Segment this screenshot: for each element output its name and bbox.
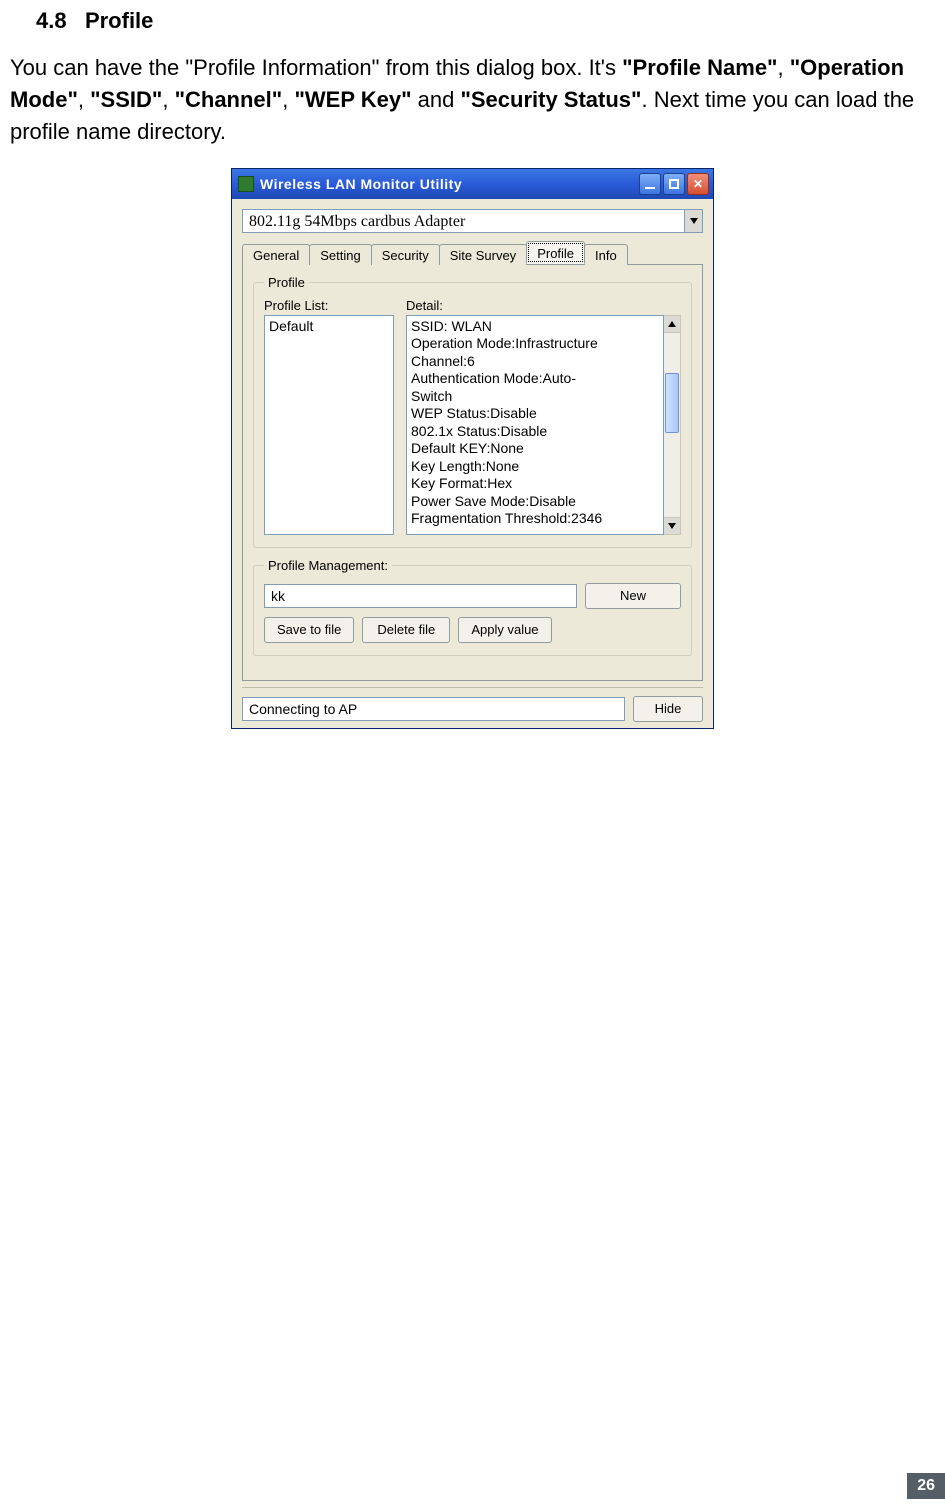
adapter-combo[interactable]: 802.11g 54Mbps cardbus Adapter — [242, 209, 703, 233]
detail-line: WEP Status:Disable — [411, 405, 659, 423]
status-text: Connecting to AP — [242, 697, 625, 721]
detail-label: Detail: — [406, 298, 681, 313]
detail-line: 802.1x Status:Disable — [411, 423, 659, 441]
tab-panel-profile: Profile Profile List: Default Detail: — [242, 265, 703, 681]
page-number: 26 — [907, 1473, 945, 1499]
maximize-button[interactable] — [663, 173, 685, 195]
maximize-icon — [669, 179, 679, 189]
close-button[interactable] — [687, 173, 709, 195]
app-icon — [238, 176, 254, 192]
chevron-down-icon — [690, 218, 698, 224]
profile-group: Profile Profile List: Default Detail: — [253, 275, 692, 548]
detail-line: Default KEY:None — [411, 440, 659, 458]
titlebar[interactable]: Wireless LAN Monitor Utility — [232, 169, 713, 199]
hide-button[interactable]: Hide — [633, 696, 703, 722]
scroll-track[interactable] — [664, 333, 680, 517]
intro-paragraph: You can have the "Profile Information" f… — [10, 52, 935, 148]
new-button[interactable]: New — [585, 583, 681, 609]
tab-profile[interactable]: Profile — [526, 241, 585, 264]
scroll-down-button[interactable] — [664, 517, 680, 534]
profile-list-label: Profile List: — [264, 298, 394, 313]
profile-management-legend: Profile Management: — [264, 558, 392, 573]
section-heading: 4.8 Profile — [36, 8, 935, 34]
section-title: Profile — [85, 8, 153, 33]
profile-group-legend: Profile — [264, 275, 309, 290]
detail-line: SSID: WLAN — [411, 318, 659, 336]
app-window: Wireless LAN Monitor Utility 802.11g 54M… — [231, 168, 714, 729]
window-title: Wireless LAN Monitor Utility — [260, 176, 639, 192]
close-icon — [693, 177, 703, 191]
detail-scrollbar[interactable] — [664, 315, 681, 535]
delete-file-button[interactable]: Delete file — [362, 617, 450, 643]
tab-setting[interactable]: Setting — [309, 244, 371, 265]
tab-bar: General Setting Security Site Survey Pro… — [242, 241, 703, 265]
detail-box: SSID: WLAN Operation Mode:Infrastructure… — [406, 315, 664, 535]
save-to-file-button[interactable]: Save to file — [264, 617, 354, 643]
profile-name-input[interactable] — [264, 584, 577, 608]
profile-management-group: Profile Management: New Save to file Del… — [253, 558, 692, 656]
status-bar: Connecting to AP Hide — [242, 696, 703, 722]
scroll-thumb[interactable] — [665, 373, 679, 433]
section-number: 4.8 — [36, 8, 67, 33]
detail-line: Authentication Mode:Auto- — [411, 370, 659, 388]
tab-general[interactable]: General — [242, 244, 310, 265]
scroll-up-button[interactable] — [664, 316, 680, 333]
detail-line: Switch — [411, 388, 659, 406]
divider — [242, 687, 703, 688]
minimize-button[interactable] — [639, 173, 661, 195]
minimize-icon — [645, 187, 655, 189]
apply-value-button[interactable]: Apply value — [458, 617, 551, 643]
adapter-combo-button[interactable] — [684, 210, 702, 232]
detail-line: Power Save Mode:Disable — [411, 493, 659, 511]
detail-line: Key Format:Hex — [411, 475, 659, 493]
chevron-up-icon — [668, 321, 676, 327]
detail-line: Key Length:None — [411, 458, 659, 476]
adapter-combo-text: 802.11g 54Mbps cardbus Adapter — [243, 210, 684, 232]
profile-list-item[interactable]: Default — [269, 318, 389, 334]
detail-line: Operation Mode:Infrastructure — [411, 335, 659, 353]
profile-list[interactable]: Default — [264, 315, 394, 535]
chevron-down-icon — [668, 523, 676, 529]
detail-line: Channel:6 — [411, 353, 659, 371]
tab-site-survey[interactable]: Site Survey — [439, 244, 527, 265]
detail-line: Fragmentation Threshold:2346 — [411, 510, 659, 528]
tab-security[interactable]: Security — [371, 244, 440, 265]
tab-info[interactable]: Info — [584, 244, 628, 265]
